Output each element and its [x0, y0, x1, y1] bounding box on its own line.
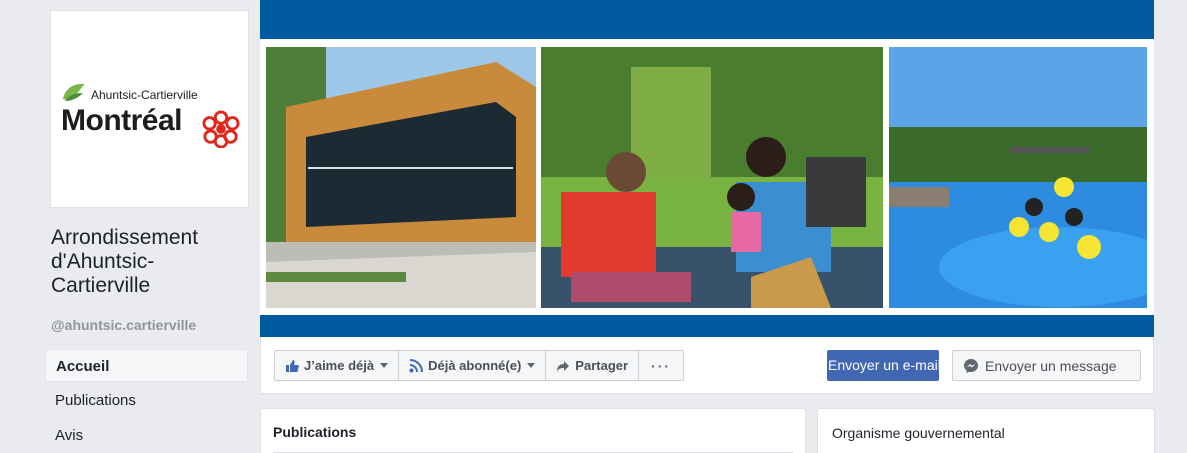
nav-item-avis[interactable]: Avis [45, 419, 248, 452]
send-message-button[interactable]: Envoyer un message [952, 350, 1141, 381]
nav-item-publications[interactable]: Publications [45, 384, 248, 417]
like-button[interactable]: J’aime déjà [275, 351, 400, 380]
nav-item-accueil[interactable]: Accueil [45, 349, 248, 382]
cover-photo-family-picnic [541, 47, 883, 308]
publications-title: Publications [273, 424, 357, 440]
cover-photo-library-building [266, 47, 536, 308]
publications-card: Publications [260, 408, 806, 453]
share-button-label: Partager [575, 358, 629, 373]
page-handle[interactable]: @ahuntsic.cartierville [51, 317, 196, 333]
page-nav: Accueil Publications Avis [45, 349, 248, 453]
about-card: Organisme gouvernemental [817, 408, 1155, 453]
logo-subtitle: Ahuntsic-Cartierville [91, 88, 198, 102]
ahuntsic-leaf-icon [63, 83, 85, 101]
thumbs-up-icon [286, 359, 299, 372]
like-button-label: J’aime déjà [304, 358, 375, 373]
follow-button[interactable]: Déjà abonné(e) [399, 351, 547, 380]
page-category[interactable]: Organisme gouvernemental [832, 425, 1005, 441]
send-message-label: Envoyer un message [985, 357, 1117, 374]
send-email-button[interactable]: Envoyer un e-mail [827, 350, 939, 381]
messenger-icon [964, 358, 978, 373]
follow-button-label: Déjà abonné(e) [428, 358, 522, 373]
logo-title: Montréal [61, 104, 183, 137]
montreal-rosette-icon [202, 110, 240, 148]
share-button[interactable]: Partager [546, 351, 640, 380]
more-options-button[interactable]: ··· [639, 351, 683, 380]
chevron-down-icon [527, 363, 536, 368]
page-profile-picture[interactable]: Ahuntsic-Cartierville Montréal [50, 10, 249, 208]
montreal-logo: Ahuntsic-Cartierville Montréal [61, 79, 241, 148]
share-arrow-icon [557, 360, 570, 372]
rss-follow-icon [409, 358, 424, 372]
page-action-buttons: J’aime déjà Déjà abonné(e) Partager ··· [274, 350, 685, 381]
page-title: Arrondissement d'Ahuntsic-Cartierville [51, 226, 199, 297]
chevron-down-icon [380, 363, 389, 368]
cover-photo-playground [889, 47, 1147, 308]
